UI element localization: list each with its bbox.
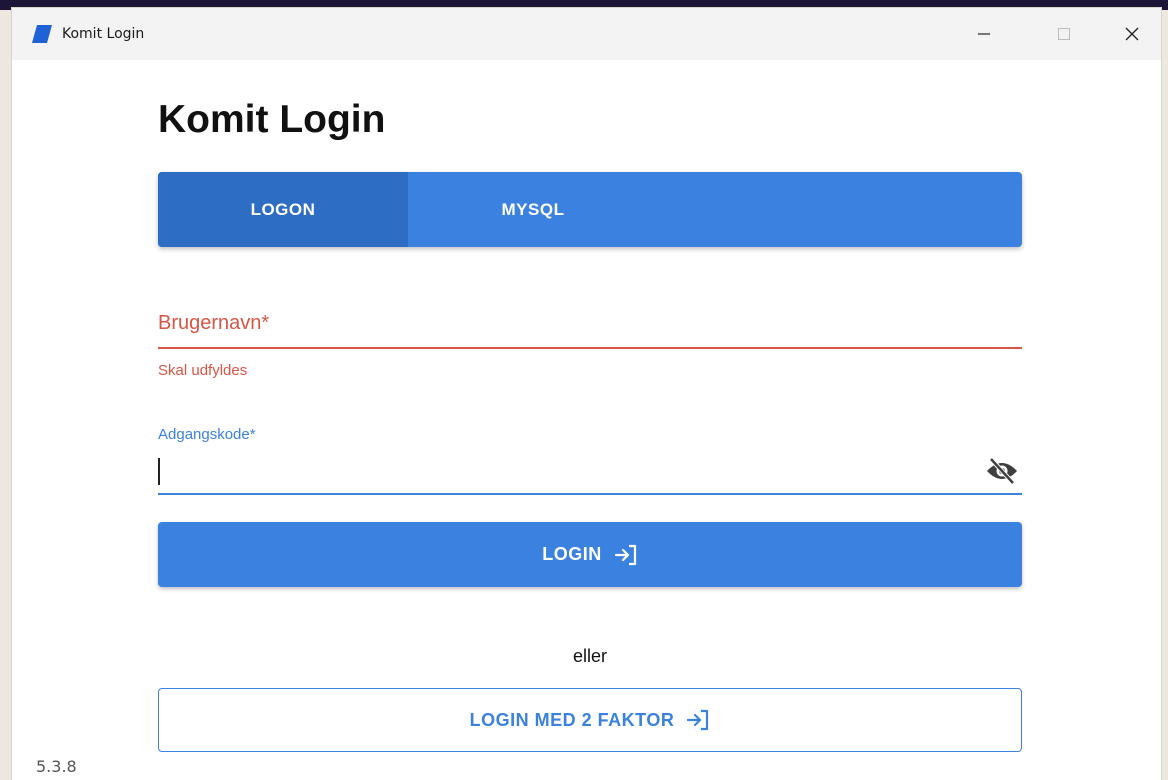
login-2fa-button[interactable]: LOGIN MED 2 FAKTOR <box>158 688 1022 752</box>
login-button[interactable]: LOGIN <box>158 522 1022 587</box>
app-window: Komit Login Komit Login LOGON MYSQL Brug… <box>12 8 1161 780</box>
username-field[interactable]: Brugernavn* <box>158 312 269 335</box>
password-underline <box>158 493 1022 495</box>
maximize-icon <box>1058 28 1070 40</box>
close-icon <box>1125 27 1139 41</box>
tab-logon-label: LOGON <box>250 199 316 219</box>
toggle-password-visibility[interactable] <box>984 456 1020 486</box>
eye-off-icon <box>987 457 1017 485</box>
title-bar[interactable]: Komit Login <box>12 8 1161 60</box>
page-title: Komit Login <box>158 98 386 141</box>
tab-logon[interactable]: LOGON <box>158 172 408 247</box>
minimize-icon <box>978 33 990 35</box>
login-arrow-icon <box>687 709 709 731</box>
close-button[interactable] <box>1102 8 1161 60</box>
login-method-tabs: LOGON MYSQL <box>158 172 1022 247</box>
username-error-message: Skal udfyldes <box>158 362 248 379</box>
password-input[interactable] <box>158 454 968 488</box>
username-underline <box>158 347 1022 349</box>
login-arrow-icon <box>614 544 636 565</box>
komit-app-icon <box>32 25 52 43</box>
or-separator: eller <box>572 646 607 666</box>
login-content: Komit Login LOGON MYSQL Brugernavn* Skal… <box>12 60 1161 780</box>
maximize-button[interactable] <box>1034 8 1094 60</box>
tab-mysql[interactable]: MYSQL <box>408 172 658 247</box>
version-label: 5.3.8 <box>36 757 77 776</box>
window-title: Komit Login <box>62 26 145 42</box>
tab-mysql-label: MYSQL <box>501 199 565 219</box>
login-2fa-button-label: LOGIN MED 2 FAKTOR <box>469 709 675 730</box>
minimize-button[interactable] <box>954 8 1014 60</box>
login-button-label: LOGIN <box>542 544 602 564</box>
text-cursor <box>158 458 160 485</box>
password-label: Adgangskode* <box>158 426 256 443</box>
